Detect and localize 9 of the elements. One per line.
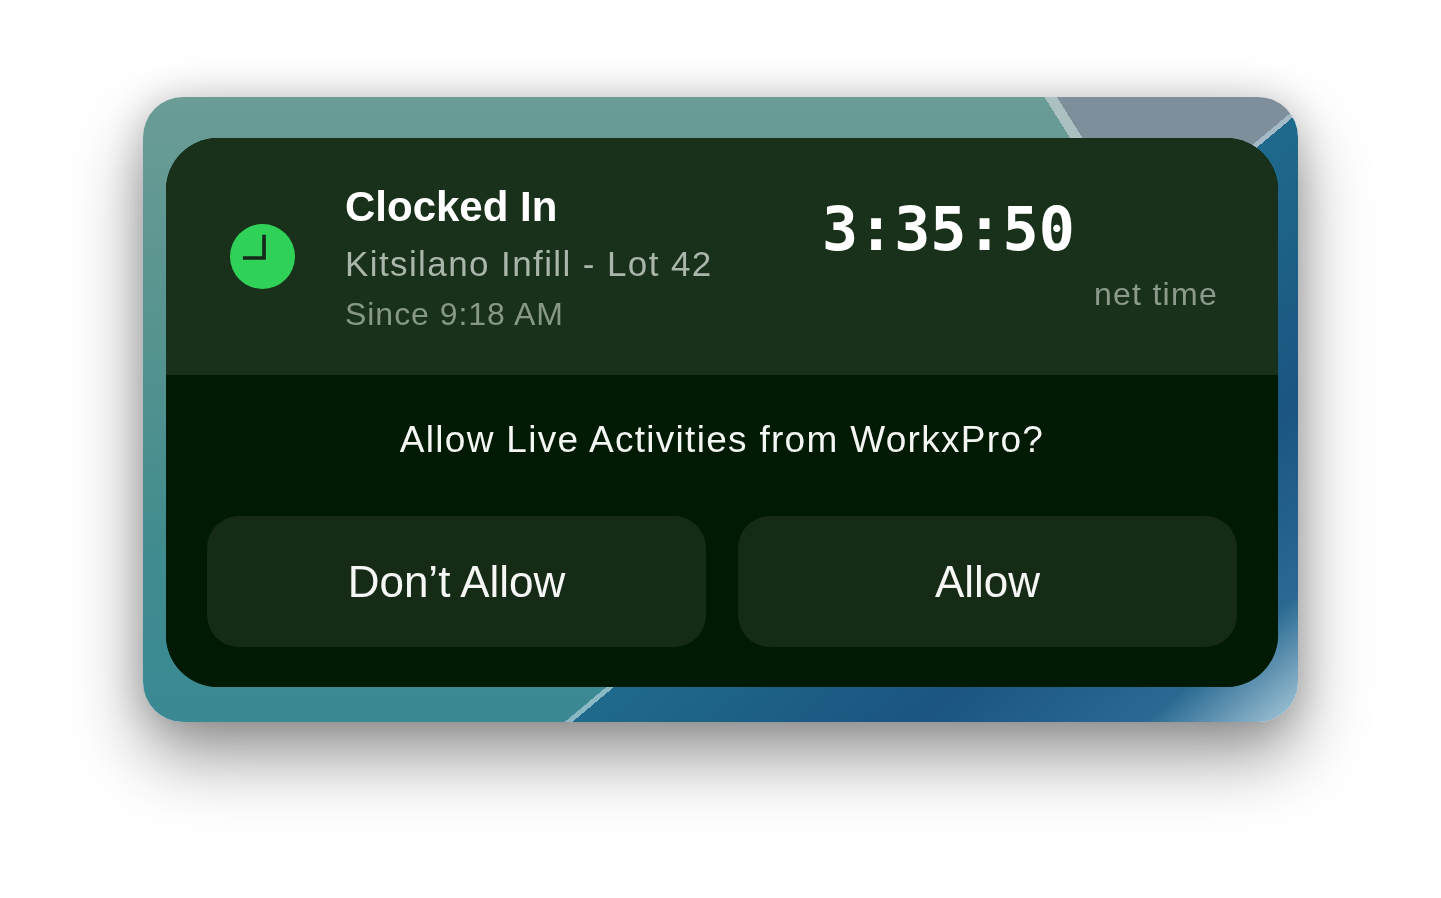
permission-question: Allow Live Activities from WorkxPro? — [399, 418, 1045, 462]
job-name: Kitsilano Infill - Lot 42 — [345, 242, 713, 285]
timer-caption: net time — [1093, 274, 1218, 314]
prompt-button[interactable]: Don’t Allow — [207, 516, 706, 647]
status-title: Clocked In — [345, 181, 559, 232]
start-time: Since 9:18 AM — [345, 294, 565, 334]
prompt-button[interactable]: Allow — [738, 516, 1237, 647]
elapsed-timer: 3:35:50 — [822, 193, 1075, 264]
clock-icon — [230, 224, 295, 289]
